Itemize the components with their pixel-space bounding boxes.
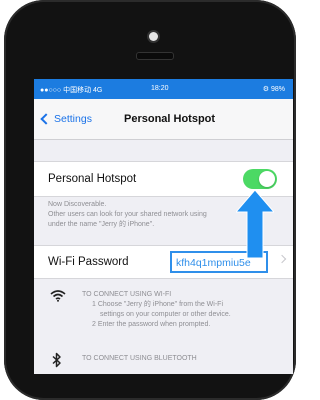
- back-button[interactable]: Settings: [40, 113, 92, 125]
- page-title: Personal Hotspot: [124, 113, 216, 125]
- share-text-line2: under the name "Jerry 的 iPhone".: [48, 221, 155, 228]
- discoverable-text: Now Discoverable.: [48, 201, 107, 208]
- toggle-knob: [259, 171, 275, 187]
- personal-hotspot-label: Personal Hotspot: [48, 173, 137, 185]
- speaker-grille: [136, 52, 174, 60]
- back-button-label: Settings: [54, 113, 92, 125]
- battery-label: ⚙ 98%: [262, 86, 285, 93]
- annotation-arrow-icon: [236, 190, 274, 258]
- wifi-icon: [50, 290, 66, 302]
- wifi-password-value: kfh4q1mpmiu5e: [176, 257, 251, 269]
- wifi-instructions-title: TO CONNECT USING WI-FI: [82, 291, 172, 298]
- wifi-instructions-line3: 2 Enter the password when prompted.: [92, 321, 211, 328]
- wifi-password-label: Wi-Fi Password: [48, 256, 129, 268]
- bluetooth-instructions-title: TO CONNECT USING BLUETOOTH: [82, 355, 197, 362]
- chevron-left-icon: [40, 113, 52, 125]
- personal-hotspot-toggle[interactable]: [243, 169, 277, 189]
- wifi-instructions-line1: 1 Choose "Jerry 的 iPhone" from the Wi-Fi: [92, 301, 224, 308]
- wifi-instructions-line2: settings on your computer or other devic…: [100, 311, 231, 318]
- chevron-right-icon: [277, 254, 287, 264]
- carrier-label: ●●○○○ 中国移动 4G: [40, 87, 103, 94]
- share-text-line1: Other users can look for your shared net…: [48, 211, 207, 218]
- status-time: 18:20: [151, 85, 169, 92]
- status-bar: ●●○○○ 中国移动 4G 18:20 ⚙ 98%: [34, 79, 293, 99]
- bluetooth-icon: [52, 352, 61, 368]
- navigation-bar: Settings Personal Hotspot: [34, 99, 293, 140]
- camera-icon: [149, 32, 158, 41]
